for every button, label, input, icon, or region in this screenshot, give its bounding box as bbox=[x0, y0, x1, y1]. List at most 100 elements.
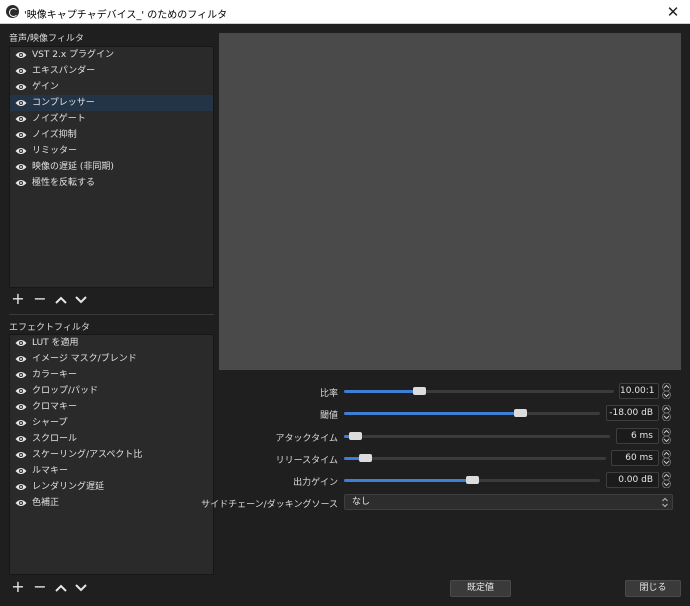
attack-label: アタックタイム bbox=[275, 434, 338, 444]
effect-filter-item-label: スケーリング/アスペクト比 bbox=[32, 450, 143, 460]
output-gain-spinbox[interactable]: 0.00 dB bbox=[606, 472, 659, 488]
eye-icon[interactable] bbox=[15, 371, 27, 379]
ratio-spinbox[interactable]: 10.00:1 bbox=[619, 383, 659, 399]
move-effect-down-button[interactable] bbox=[72, 576, 90, 598]
audio-video-filter-item[interactable]: エキスパンダー bbox=[10, 63, 213, 79]
effect-filter-item[interactable]: スクロール bbox=[10, 431, 213, 447]
updown-arrow-icon bbox=[662, 497, 668, 508]
output-gain-slider[interactable] bbox=[344, 476, 600, 484]
obs-logo-icon bbox=[6, 5, 19, 18]
threshold-spin-arrows[interactable] bbox=[661, 405, 672, 421]
threshold-slider[interactable] bbox=[344, 409, 600, 417]
move-down-button[interactable] bbox=[72, 288, 90, 310]
audio-video-filter-item-label: ゲイン bbox=[32, 82, 59, 92]
release-spinbox[interactable]: 60 ms bbox=[611, 450, 659, 466]
effect-filter-item-label: レンダリング遅延 bbox=[32, 482, 105, 492]
audio-video-filter-item[interactable]: 映像の遅延 (非同期) bbox=[10, 159, 213, 175]
threshold-slider-fill bbox=[344, 412, 521, 415]
eye-icon[interactable] bbox=[15, 67, 27, 75]
audio-video-filter-item-label: リミッター bbox=[32, 146, 78, 156]
chevron-down-icon bbox=[75, 296, 87, 304]
effect-filter-item[interactable]: シャープ bbox=[10, 415, 213, 431]
threshold-spinbox[interactable]: -18.00 dB bbox=[606, 405, 659, 421]
attack-spinbox[interactable]: 6 ms bbox=[616, 428, 659, 444]
audio-video-filter-item-label: 映像の遅延 (非同期) bbox=[32, 162, 114, 172]
eye-icon[interactable] bbox=[15, 83, 27, 91]
eye-icon[interactable] bbox=[15, 163, 27, 171]
eye-icon[interactable] bbox=[15, 467, 27, 475]
remove-filter-button[interactable]: − bbox=[31, 288, 49, 310]
effect-filter-item[interactable]: 色補正 bbox=[10, 495, 213, 511]
output-gain-label: 出力ゲイン bbox=[293, 478, 338, 488]
eye-icon[interactable] bbox=[15, 99, 27, 107]
audio-video-filter-item[interactable]: ノイズ抑制 bbox=[10, 127, 213, 143]
ratio-spin-arrows[interactable] bbox=[661, 383, 672, 399]
chevron-up-icon bbox=[55, 584, 67, 592]
release-label: リリースタイム bbox=[275, 456, 338, 466]
eye-icon[interactable] bbox=[15, 499, 27, 507]
audio-video-filter-list[interactable]: VST 2.x プラグインエキスパンダー ゲインコンプレッサー ノイズゲート ノイズ抑… bbox=[9, 46, 214, 288]
close-window-button[interactable]: ✕ bbox=[656, 0, 690, 24]
add-filter-button[interactable]: + bbox=[9, 288, 27, 310]
output-gain-spin-arrows[interactable] bbox=[661, 472, 672, 488]
window-title: '映像キャプチャデバイス_' のためのフィルタ bbox=[24, 10, 228, 21]
eye-icon[interactable] bbox=[15, 339, 27, 347]
eye-icon[interactable] bbox=[15, 419, 27, 427]
audio-video-filter-item[interactable]: 極性を反転する bbox=[10, 175, 213, 191]
effect-filter-item-label: ルマキー bbox=[32, 466, 69, 476]
remove-effect-button[interactable]: − bbox=[31, 576, 49, 598]
effect-filter-item[interactable]: スケーリング/アスペクト比 bbox=[10, 447, 213, 463]
attack-spin-arrows[interactable] bbox=[661, 428, 672, 444]
audio-video-filter-item[interactable]: リミッター bbox=[10, 143, 213, 159]
effect-filter-item[interactable]: カラーキー bbox=[10, 367, 213, 383]
spin-arrows-icon bbox=[662, 405, 671, 421]
effect-filter-item[interactable]: イメージ マスク/ブレンド bbox=[10, 351, 213, 367]
effect-filter-item[interactable]: クロマキー bbox=[10, 399, 213, 415]
audio-video-filter-item-label: エキスパンダー bbox=[32, 66, 96, 76]
eye-icon[interactable] bbox=[15, 403, 27, 411]
effect-filter-item-label: スクロール bbox=[32, 434, 78, 444]
defaults-button[interactable]: 既定値 bbox=[450, 580, 511, 597]
audio-video-filter-item[interactable]: VST 2.x プラグイン bbox=[10, 47, 213, 63]
close-button[interactable]: 閉じる bbox=[625, 580, 681, 597]
audio-video-filter-item[interactable]: ゲイン bbox=[10, 79, 213, 95]
eye-icon[interactable] bbox=[15, 179, 27, 187]
effect-filter-item-label: イメージ マスク/ブレンド bbox=[32, 354, 137, 364]
threshold-label: 閾値 bbox=[319, 411, 338, 421]
effect-filter-list[interactable]: LUT を適用イメージ マスク/ブレンドカラーキー クロップ/パッド クロマキー シャ… bbox=[9, 334, 214, 575]
effect-filter-item[interactable]: レンダリング遅延 bbox=[10, 479, 213, 495]
audio-video-filter-item-label: コンプレッサー bbox=[32, 98, 95, 108]
ratio-slider[interactable] bbox=[344, 387, 614, 395]
release-slider-handle[interactable] bbox=[359, 454, 372, 462]
eye-icon[interactable] bbox=[15, 51, 27, 59]
eye-icon[interactable] bbox=[15, 451, 27, 459]
audio-video-filter-item[interactable]: ノイズゲート bbox=[10, 111, 213, 127]
move-up-button[interactable] bbox=[52, 288, 70, 310]
attack-slider-handle[interactable] bbox=[349, 432, 362, 440]
eye-icon[interactable] bbox=[15, 387, 27, 395]
audio-video-filter-item[interactable]: コンプレッサー bbox=[10, 95, 213, 111]
audio-video-filter-item-label: ノイズ抑制 bbox=[32, 130, 77, 140]
threshold-slider-handle[interactable] bbox=[514, 409, 527, 417]
ratio-slider-fill bbox=[344, 390, 420, 393]
attack-slider[interactable] bbox=[344, 432, 610, 440]
eye-icon[interactable] bbox=[15, 435, 27, 443]
eye-icon[interactable] bbox=[15, 115, 27, 123]
eye-icon[interactable] bbox=[15, 483, 27, 491]
add-effect-button[interactable]: + bbox=[9, 576, 27, 598]
ratio-slider-handle[interactable] bbox=[413, 387, 426, 395]
eye-icon[interactable] bbox=[15, 355, 27, 363]
release-spin-arrows[interactable] bbox=[661, 450, 672, 466]
move-effect-up-button[interactable] bbox=[52, 576, 70, 598]
audio-video-filter-item-label: ノイズゲート bbox=[32, 114, 86, 124]
ratio-label: 比率 bbox=[319, 389, 338, 399]
effect-filter-item[interactable]: ルマキー bbox=[10, 463, 213, 479]
spin-arrows-icon bbox=[662, 450, 671, 466]
eye-icon[interactable] bbox=[15, 147, 27, 155]
release-slider[interactable] bbox=[344, 454, 606, 462]
eye-icon[interactable] bbox=[15, 131, 27, 139]
output-gain-slider-handle[interactable] bbox=[466, 476, 479, 484]
effect-filter-item[interactable]: LUT を適用 bbox=[10, 335, 213, 351]
sidechain-select[interactable]: なし bbox=[344, 494, 673, 510]
effect-filter-item[interactable]: クロップ/パッド bbox=[10, 383, 213, 399]
